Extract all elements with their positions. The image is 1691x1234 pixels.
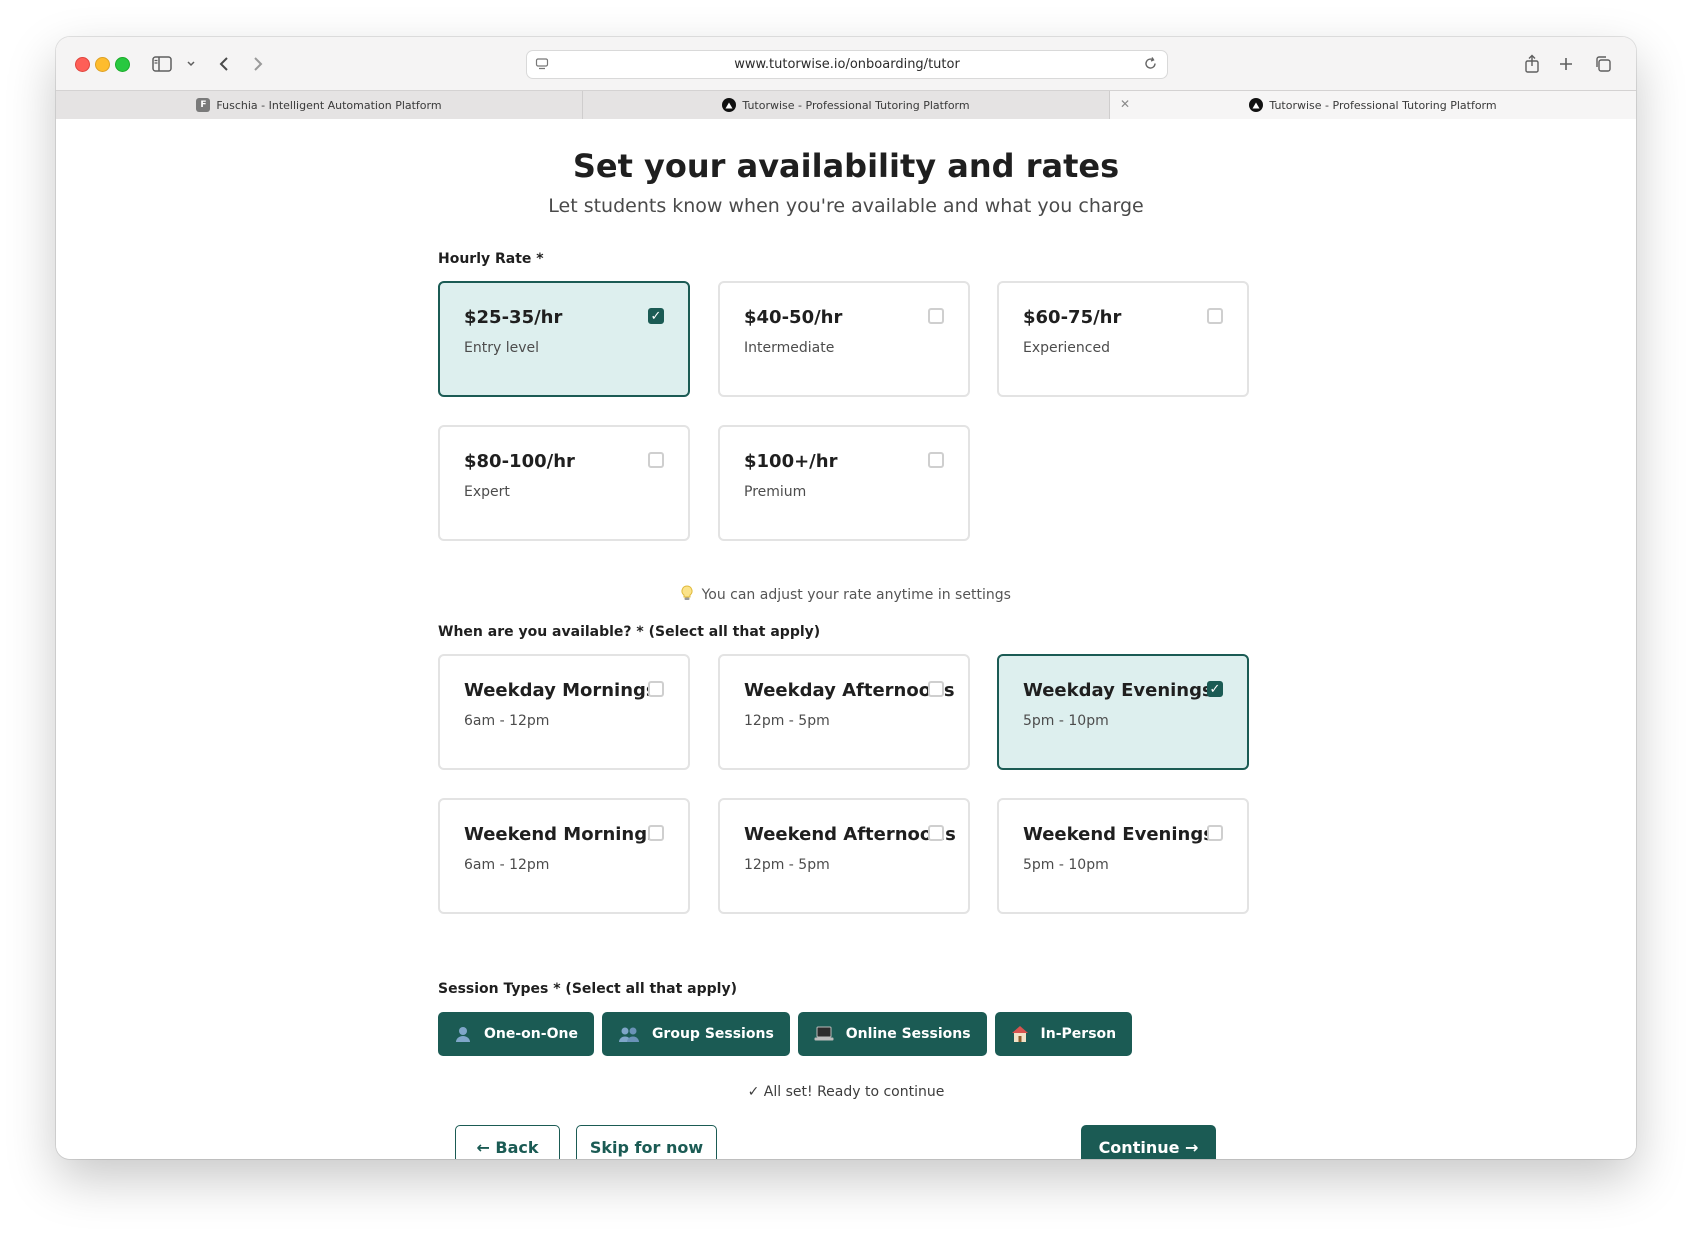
status-message: ✓ All set! Ready to continue — [747, 1084, 945, 1100]
rate-level: Experienced — [1023, 340, 1110, 356]
tutorwise-favicon — [722, 98, 737, 112]
close-window-button[interactable] — [75, 57, 90, 72]
rate-option-80-100[interactable]: $80-100/hr Expert — [438, 425, 690, 541]
tab-overview-icon[interactable] — [1594, 54, 1612, 74]
fuschia-favicon: F — [196, 98, 211, 112]
tab-tutorwise[interactable]: Tutorwise - Professional Tutoring Platfo… — [583, 91, 1110, 119]
forward-arrow-icon[interactable] — [252, 54, 264, 74]
rate-tip: You can adjust your rate anytime in sett… — [56, 585, 1636, 606]
skip-button[interactable]: Skip for now — [576, 1125, 717, 1159]
rate-title: $100+/hr — [744, 451, 838, 472]
rate-checkbox[interactable] — [648, 452, 664, 468]
rate-title: $80-100/hr — [464, 451, 575, 472]
tab-bar: F Fuschia - Intelligent Automation Platf… — [56, 90, 1636, 120]
session-label: Group Sessions — [651, 1026, 774, 1042]
availability-weekday-mornings[interactable]: Weekday Mornings 6am - 12pm — [438, 654, 690, 770]
page-title: Set your availability and rates — [572, 147, 1120, 185]
house-icon — [1011, 1025, 1029, 1043]
rate-checkbox[interactable] — [1207, 308, 1223, 324]
minimize-window-button[interactable] — [95, 57, 110, 72]
url-text[interactable]: www.tutorwise.io/onboarding/tutor — [734, 57, 960, 72]
sidebar-toggle-icon[interactable] — [152, 54, 172, 74]
rate-option-100-plus[interactable]: $100+/hr Premium — [718, 425, 970, 541]
close-tab-icon[interactable]: ✕ — [1120, 97, 1130, 111]
rate-title: $25-35/hr — [464, 307, 563, 328]
session-one-on-one-button[interactable]: One-on-One — [438, 1012, 594, 1056]
rate-level: Premium — [744, 484, 807, 500]
tab-tutorwise-active[interactable]: ✕ Tutorwise - Professional Tutoring Plat… — [1110, 91, 1636, 119]
rate-title: $40-50/hr — [744, 307, 843, 328]
slot-title: Weekday Mornings — [464, 680, 657, 701]
rate-level: Entry level — [464, 340, 539, 356]
session-online-button[interactable]: Online Sessions — [797, 1012, 987, 1056]
site-settings-icon[interactable] — [535, 57, 549, 75]
tutorwise-favicon — [1249, 98, 1264, 112]
slot-title: Weekend Afternoons — [744, 824, 956, 845]
maximize-window-button[interactable] — [115, 57, 130, 72]
person-icon — [454, 1025, 472, 1043]
slot-title: Weekday Evenings — [1023, 680, 1213, 701]
page-subtitle: Let students know when you're available … — [548, 195, 1144, 217]
slot-title: Weekday Afternoons — [744, 680, 955, 701]
tab-fuschia[interactable]: F Fuschia - Intelligent Automation Platf… — [56, 91, 583, 119]
availability-weekday-afternoons[interactable]: Weekday Afternoons 12pm - 5pm — [718, 654, 970, 770]
browser-titlebar: www.tutorwise.io/onboarding/tutor — [56, 37, 1636, 90]
back-arrow-icon[interactable] — [218, 54, 230, 74]
availability-weekend-afternoons[interactable]: Weekend Afternoons 12pm - 5pm — [718, 798, 970, 914]
rate-checkbox[interactable] — [928, 452, 944, 468]
slot-time: 5pm - 10pm — [1023, 857, 1109, 873]
session-in-person-button[interactable]: In-Person — [994, 1012, 1133, 1056]
session-types-group: One-on-One Group Sessions Online Session… — [438, 1012, 1133, 1056]
slot-time: 6am - 12pm — [464, 857, 550, 873]
rate-level: Expert — [464, 484, 510, 500]
people-icon — [618, 1025, 640, 1043]
slot-checkbox[interactable] — [928, 681, 944, 697]
reload-icon[interactable] — [1143, 56, 1158, 75]
rate-tip-text: You can adjust your rate anytime in sett… — [701, 587, 1011, 603]
session-label: In-Person — [1040, 1026, 1117, 1042]
rate-checkbox[interactable] — [928, 308, 944, 324]
rate-checkbox[interactable]: ✓ — [648, 308, 664, 324]
slot-checkbox[interactable] — [928, 825, 944, 841]
session-types-label: Session Types * (Select all that apply) — [438, 981, 737, 997]
slot-time: 12pm - 5pm — [744, 857, 830, 873]
laptop-icon — [814, 1026, 834, 1042]
page-content: Set your availability and rates Let stud… — [56, 119, 1636, 1159]
rate-option-60-75[interactable]: $60-75/hr Experienced — [997, 281, 1249, 397]
slot-time: 12pm - 5pm — [744, 713, 830, 729]
availability-weekend-evenings[interactable]: Weekend Evenings 5pm - 10pm — [997, 798, 1249, 914]
rate-level: Intermediate — [744, 340, 835, 356]
continue-button[interactable]: Continue → — [1081, 1125, 1216, 1159]
session-group-button[interactable]: Group Sessions — [601, 1012, 790, 1056]
address-bar[interactable]: www.tutorwise.io/onboarding/tutor — [526, 50, 1168, 79]
tab-label: Fuschia - Intelligent Automation Platfor… — [216, 98, 442, 112]
availability-weekday-evenings[interactable]: Weekday Evenings 5pm - 10pm ✓ — [997, 654, 1249, 770]
browser-window: www.tutorwise.io/onboarding/tutor F Fusc… — [56, 37, 1636, 1159]
slot-title: Weekend Mornings — [464, 824, 658, 845]
rate-title: $60-75/hr — [1023, 307, 1122, 328]
back-button[interactable]: ← Back — [455, 1125, 560, 1159]
session-label: Online Sessions — [845, 1026, 971, 1042]
session-label: One-on-One — [484, 1026, 578, 1042]
availability-weekend-mornings[interactable]: Weekend Mornings 6am - 12pm — [438, 798, 690, 914]
slot-checkbox[interactable] — [648, 825, 664, 841]
availability-label: When are you available? * (Select all th… — [438, 624, 821, 640]
slot-checkbox[interactable] — [648, 681, 664, 697]
tab-label: Tutorwise - Professional Tutoring Platfo… — [742, 98, 970, 112]
lightbulb-icon — [681, 585, 693, 606]
hourly-rate-label: Hourly Rate * — [438, 251, 544, 267]
rate-option-40-50[interactable]: $40-50/hr Intermediate — [718, 281, 970, 397]
slot-time: 5pm - 10pm — [1023, 713, 1109, 729]
slot-checkbox[interactable] — [1207, 825, 1223, 841]
slot-checkbox[interactable]: ✓ — [1207, 681, 1223, 697]
share-icon[interactable] — [1524, 54, 1540, 74]
new-tab-icon[interactable] — [1558, 54, 1574, 74]
slot-title: Weekend Evenings — [1023, 824, 1214, 845]
tab-label: Tutorwise - Professional Tutoring Platfo… — [1269, 98, 1497, 112]
slot-time: 6am - 12pm — [464, 713, 550, 729]
rate-option-25-35[interactable]: $25-35/hr Entry level ✓ — [438, 281, 690, 397]
chevron-down-icon[interactable] — [186, 54, 196, 74]
